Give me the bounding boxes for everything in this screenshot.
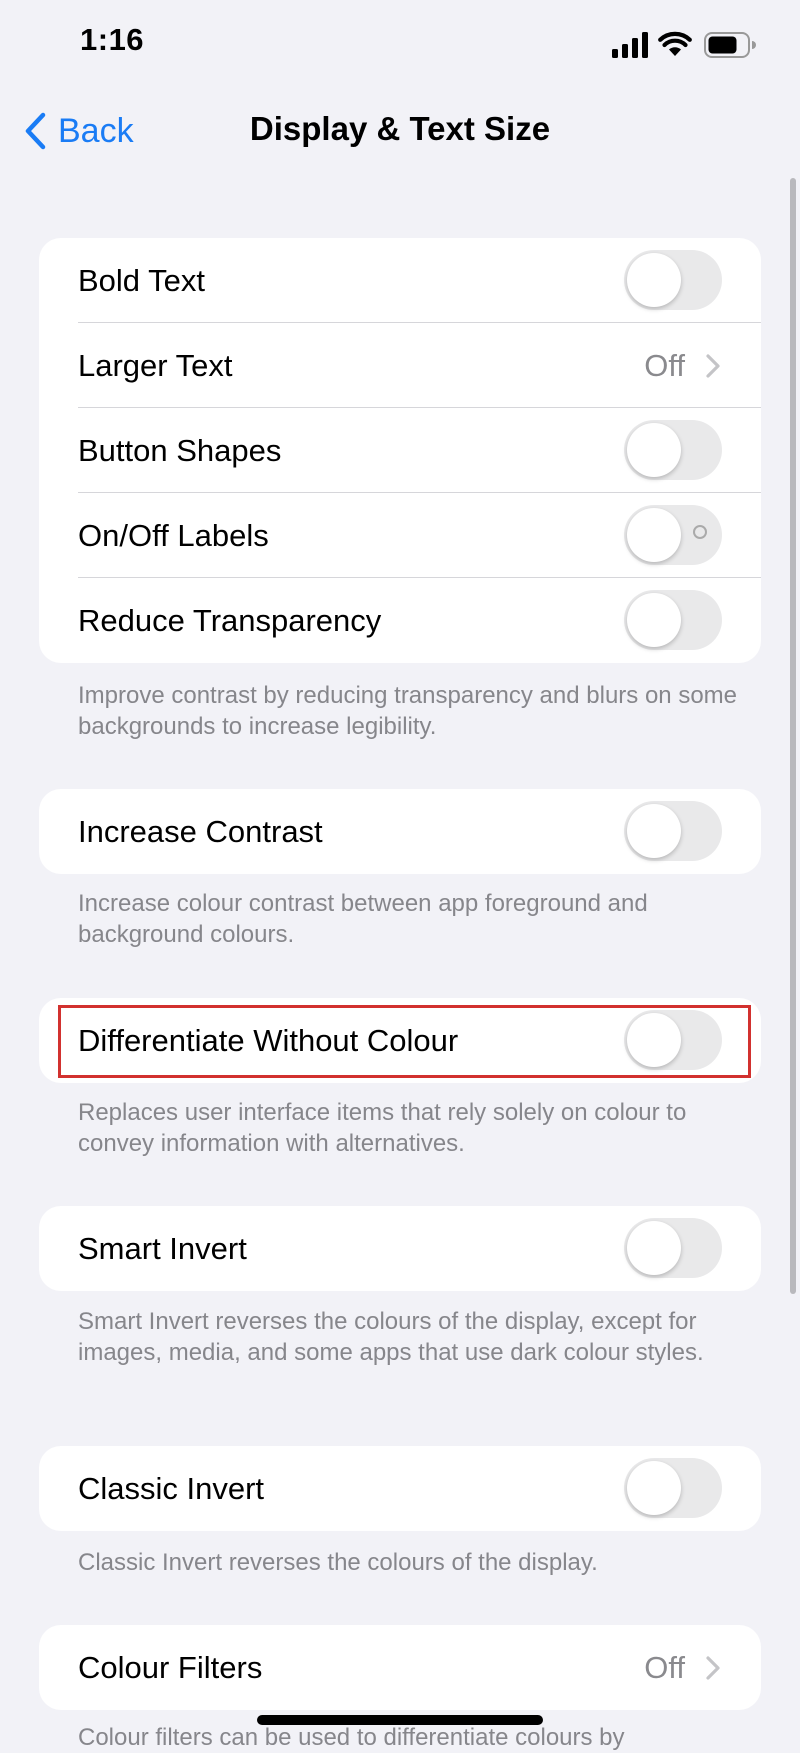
row-label: Smart Invert: [78, 1231, 247, 1266]
off-circle-icon: [693, 525, 707, 539]
row-label: Reduce Transparency: [78, 603, 382, 638]
row-reduce-transparency[interactable]: Reduce Transparency: [39, 578, 761, 663]
toggle-knob: [627, 1221, 681, 1275]
toggle-knob: [627, 508, 681, 562]
row-label: Increase Contrast: [78, 814, 323, 849]
row-smart-invert[interactable]: Smart Invert: [39, 1206, 761, 1291]
chevron-right-icon: [706, 354, 720, 378]
row-colour-filters[interactable]: Colour Filters Off: [39, 1625, 761, 1710]
settings-group-colour-filters: Colour Filters Off: [39, 1625, 761, 1710]
status-icons: [610, 28, 760, 62]
settings-group-smart-invert: Smart Invert: [39, 1206, 761, 1291]
row-value: Off: [644, 348, 685, 383]
row-label: Classic Invert: [78, 1471, 265, 1506]
reduce-transparency-toggle[interactable]: [624, 590, 722, 650]
toggle-knob: [627, 253, 681, 307]
button-shapes-toggle[interactable]: [624, 420, 722, 480]
toggle-knob: [627, 423, 681, 477]
toggle-knob: [627, 804, 681, 858]
classic-invert-toggle[interactable]: [624, 1458, 722, 1518]
row-label: Bold Text: [78, 263, 205, 298]
group-footer: Smart Invert reverses the colours of the…: [78, 1308, 704, 1366]
settings-group-visual: Bold Text Larger Text Off Button Shapes …: [39, 238, 761, 663]
settings-group-classic-invert: Classic Invert: [39, 1446, 761, 1531]
home-indicator[interactable]: [257, 1715, 543, 1725]
settings-group-contrast: Increase Contrast: [39, 789, 761, 874]
bold-text-toggle[interactable]: [624, 250, 722, 310]
toggle-knob: [627, 593, 681, 647]
group-footer: Improve contrast by reducing transparenc…: [78, 682, 738, 740]
navigation-bar: Back Display & Text Size: [0, 90, 800, 170]
row-label: Larger Text: [78, 348, 233, 383]
row-label: Colour Filters: [78, 1650, 263, 1685]
page-title: Display & Text Size: [249, 110, 551, 147]
row-larger-text[interactable]: Larger Text Off: [39, 323, 761, 408]
row-value: Off: [644, 1650, 685, 1685]
cellular-signal-icon: [612, 32, 648, 58]
row-label: Button Shapes: [78, 433, 282, 468]
row-button-shapes[interactable]: Button Shapes: [39, 408, 761, 493]
group-footer: Increase colour contrast between app for…: [78, 890, 648, 948]
on-off-labels-toggle[interactable]: [624, 505, 722, 565]
row-on-off-labels[interactable]: On/Off Labels: [39, 493, 761, 578]
scroll-indicator[interactable]: [790, 178, 796, 1294]
group-footer: Classic Invert reverses the colours of t…: [78, 1549, 598, 1576]
battery-icon: [704, 32, 756, 58]
increase-contrast-toggle[interactable]: [624, 801, 722, 861]
row-differentiate-without-colour[interactable]: Differentiate Without Colour: [39, 998, 761, 1083]
row-label: On/Off Labels: [78, 518, 269, 553]
toggle-knob: [627, 1013, 681, 1067]
smart-invert-toggle[interactable]: [624, 1218, 722, 1278]
row-bold-text[interactable]: Bold Text: [39, 238, 761, 323]
differentiate-without-colour-toggle[interactable]: [624, 1010, 722, 1070]
group-footer: Replaces user interface items that rely …: [78, 1099, 687, 1157]
status-time: 1:16: [80, 22, 145, 57]
settings-group-differentiate: Differentiate Without Colour: [39, 998, 761, 1083]
row-label: Differentiate Without Colour: [78, 1023, 459, 1058]
chevron-right-icon: [706, 1656, 720, 1680]
row-increase-contrast[interactable]: Increase Contrast: [39, 789, 761, 874]
row-classic-invert[interactable]: Classic Invert: [39, 1446, 761, 1531]
status-bar: 1:16: [0, 0, 800, 90]
wifi-icon: [658, 31, 692, 56]
toggle-knob: [627, 1461, 681, 1515]
